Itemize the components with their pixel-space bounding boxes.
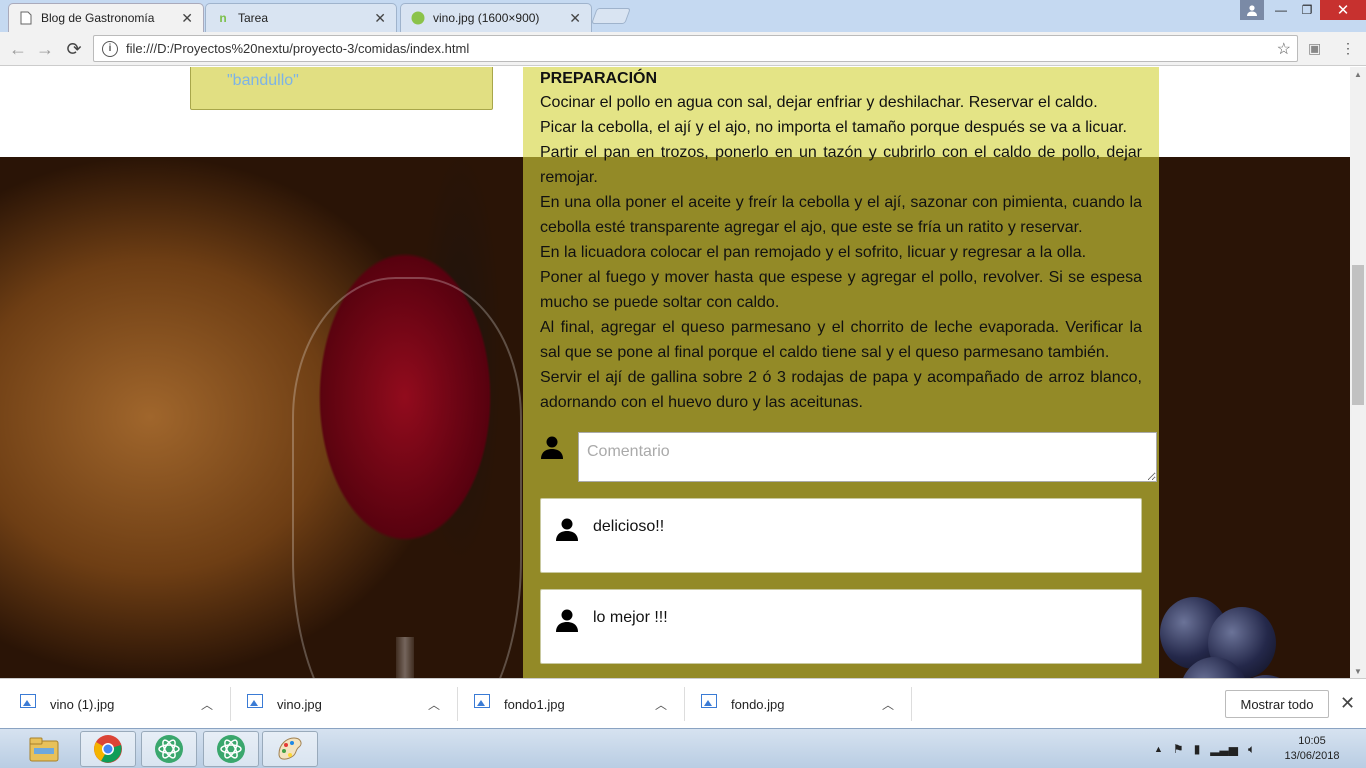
user-icon[interactable] — [1240, 0, 1264, 20]
download-filename: fondo.jpg — [731, 696, 785, 712]
tab-title: Blog de Gastronomía — [41, 11, 155, 25]
wine-glass-stem — [396, 637, 414, 678]
user-avatar-icon — [555, 608, 579, 632]
comment-text: delicioso!! — [593, 518, 665, 535]
browser-toolbar: ← → ⟳ i file:///D:/Proyectos%20nextu/pro… — [0, 32, 1366, 66]
user-avatar-icon — [540, 435, 564, 459]
scroll-up-arrow-icon[interactable]: ▲ — [1350, 67, 1366, 81]
extension-icon[interactable]: ▣ — [1308, 40, 1321, 57]
atom-editor-icon[interactable] — [141, 731, 197, 767]
taskbar: ▲ ⚑ ▮ ▂▃▅ 🔈︎ 10:05 13/06/2018 — [0, 728, 1366, 768]
recipe-panel: PREPARACIÓN Cocinar el pollo en agua con… — [523, 67, 1159, 678]
comment-card: lo mejor !!! — [540, 589, 1142, 664]
scroll-down-arrow-icon[interactable]: ▼ — [1350, 664, 1366, 678]
maximize-button[interactable]: ❐ — [1294, 0, 1320, 20]
recipe-step: Al final, agregar el queso parmesano y e… — [540, 319, 1142, 361]
grapes-shape — [1160, 597, 1350, 678]
recipe-step: En la licuadora colocar el pan remojado … — [540, 244, 1087, 261]
signal-icon[interactable]: ▂▃▅ — [1210, 742, 1238, 756]
chevron-up-icon[interactable]: ︿ — [882, 696, 894, 713]
minimize-button[interactable]: — — [1268, 0, 1294, 20]
menu-icon[interactable]: ⋮ — [1341, 40, 1355, 57]
address-bar[interactable]: i file:///D:/Proyectos%20nextu/proyecto-… — [93, 35, 1298, 62]
new-tab-button[interactable] — [591, 8, 631, 24]
nextu-icon: n — [219, 11, 227, 25]
system-tray: ▲ ⚑ ▮ ▂▃▅ 🔈︎ — [1154, 729, 1255, 768]
recipe-step: En una olla poner el aceite y freír la c… — [540, 194, 1142, 236]
info-icon[interactable]: i — [102, 40, 118, 57]
recipe-step: Picar la cebolla, el ají y el ajo, no im… — [540, 119, 1127, 136]
close-icon[interactable]: ✕ — [1340, 693, 1355, 714]
sidebar-link[interactable]: "bandullo" — [227, 72, 299, 90]
scrollbar-thumb[interactable] — [1352, 265, 1364, 405]
recipe-step: Poner al fuego y mover hasta que espese … — [540, 269, 1142, 311]
tab-vino[interactable]: vino.jpg (1600×900) ✕ — [400, 3, 592, 32]
window-controls: — ❐ ✕ — [1240, 0, 1366, 20]
download-item[interactable]: vino.jpg ︿ — [247, 679, 447, 729]
recipe-step: Cocinar el pollo en agua con sal, dejar … — [540, 94, 1098, 111]
recipe-step: Partir el pan en trozos, ponerlo en un t… — [540, 144, 1142, 186]
image-file-icon — [247, 694, 263, 708]
download-filename: vino (1).jpg — [50, 696, 115, 712]
recipe-text: PREPARACIÓN Cocinar el pollo en agua con… — [540, 67, 1142, 415]
close-icon[interactable]: ✕ — [181, 10, 193, 27]
comment-text: lo mejor !!! — [593, 609, 668, 626]
window-close-button[interactable]: ✕ — [1320, 0, 1366, 20]
recipe-step: Servir el ají de gallina sobre 2 ó 3 rod… — [540, 369, 1142, 411]
reload-icon[interactable]: ⟳ — [62, 37, 86, 61]
forward-icon[interactable]: → — [33, 37, 57, 61]
volume-icon[interactable]: 🔈︎ — [1248, 742, 1255, 757]
tab-tarea[interactable]: n Tarea ✕ — [205, 3, 397, 32]
back-icon[interactable]: ← — [6, 37, 30, 61]
chrome-icon[interactable] — [80, 731, 136, 767]
bookmark-star-icon[interactable]: ☆ — [1277, 39, 1291, 59]
address-text: file:///D:/Proyectos%20nextu/proyecto-3/… — [126, 41, 470, 56]
image-file-icon — [701, 694, 717, 708]
atom-editor-icon[interactable] — [203, 731, 259, 767]
recipe-heading: PREPARACIÓN — [540, 70, 658, 87]
tray-expand-icon[interactable]: ▲ — [1154, 744, 1163, 754]
tab-strip: Blog de Gastronomía ✕ n Tarea ✕ vino.jpg… — [0, 0, 1366, 32]
close-icon[interactable]: ✕ — [374, 10, 386, 27]
wine-glass-shape — [292, 277, 522, 678]
clock[interactable]: 10:05 13/06/2018 — [1272, 734, 1352, 764]
tab-blog[interactable]: Blog de Gastronomía ✕ — [8, 3, 204, 32]
user-avatar-icon — [555, 517, 579, 541]
download-item[interactable]: vino (1).jpg ︿ — [20, 679, 220, 729]
download-item[interactable]: fondo.jpg ︿ — [701, 679, 901, 729]
download-filename: vino.jpg — [277, 696, 322, 712]
chevron-up-icon[interactable]: ︿ — [655, 696, 667, 713]
image-file-icon — [20, 694, 36, 708]
page-viewport: "bandullo" PREPARACIÓN Cocinar el pollo … — [0, 67, 1350, 678]
chevron-up-icon[interactable]: ︿ — [428, 696, 440, 713]
clock-time: 10:05 — [1298, 735, 1326, 747]
image-tab-icon — [411, 11, 425, 25]
file-explorer-icon[interactable] — [16, 731, 72, 767]
clock-date: 13/06/2018 — [1284, 750, 1340, 762]
comment-input[interactable] — [578, 432, 1157, 482]
tab-title: vino.jpg (1600×900) — [433, 11, 540, 25]
download-shelf: vino (1).jpg ︿ vino.jpg ︿ fondo1.jpg ︿ f… — [0, 678, 1366, 728]
sidebar-card: "bandullo" — [190, 67, 493, 110]
page-icon — [19, 11, 33, 25]
close-icon[interactable]: ✕ — [569, 10, 581, 27]
paint-icon[interactable] — [262, 731, 318, 767]
tab-title: Tarea — [238, 11, 269, 25]
show-all-downloads-button[interactable]: Mostrar todo — [1225, 690, 1329, 718]
page-scrollbar[interactable]: ▲ ▼ — [1350, 67, 1366, 678]
download-filename: fondo1.jpg — [504, 696, 565, 712]
chevron-up-icon[interactable]: ︿ — [201, 696, 213, 713]
flag-icon[interactable]: ⚑ — [1173, 742, 1184, 756]
comment-form — [540, 432, 1157, 484]
comment-card: delicioso!! — [540, 498, 1142, 573]
battery-icon[interactable]: ▮ — [1194, 742, 1201, 756]
image-file-icon — [474, 694, 490, 708]
download-item[interactable]: fondo1.jpg ︿ — [474, 679, 674, 729]
